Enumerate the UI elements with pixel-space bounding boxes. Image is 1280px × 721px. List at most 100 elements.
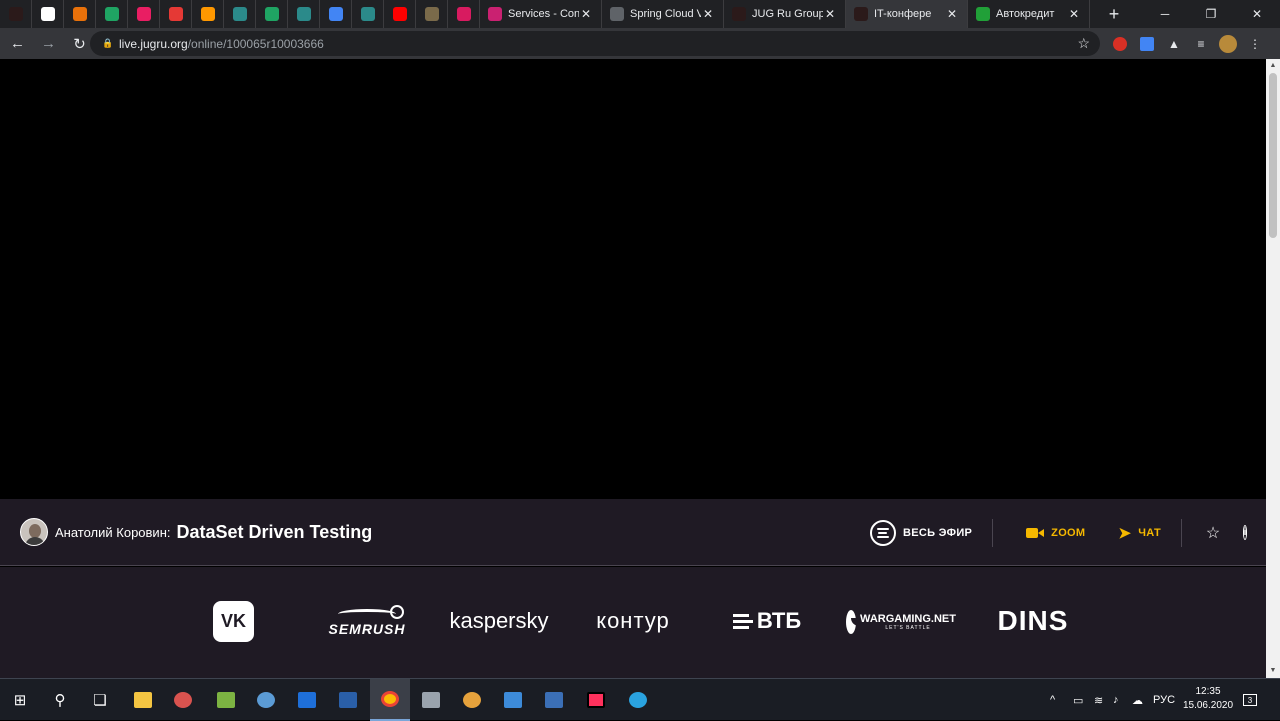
search-icon[interactable]: ⚲ <box>40 679 80 721</box>
pinned-tab[interactable] <box>96 0 128 28</box>
task-view-icon[interactable]: ❏ <box>80 679 120 721</box>
clock-date: 15.06.2020 <box>1182 700 1234 711</box>
telegram-taskbar-icon[interactable] <box>618 679 658 721</box>
notepad-plus-icon[interactable] <box>206 679 246 721</box>
address-bar[interactable]: 🔒 live.jugru.org/online/100065r10003666 … <box>90 31 1100 56</box>
vk-logo[interactable]: VK <box>213 601 254 642</box>
wargaming-logo[interactable]: WARGAMING.NET LET'S BATTLE <box>846 607 956 637</box>
pinned-tab[interactable] <box>64 0 96 28</box>
wifi-icon[interactable]: ≋ <box>1094 679 1103 721</box>
kaspersky-logo[interactable]: kaspersky <box>446 607 552 635</box>
windows-start-icon[interactable]: ⊞ <box>0 679 40 721</box>
new-tab-button[interactable]: + <box>1100 0 1128 28</box>
forward-icon[interactable]: → <box>35 30 62 57</box>
windows-taskbar: ⊞ ⚲ ❏ ^ ▭ ≋ ♪ ☁ РУС 12:35 15.06.2020 3 <box>0 678 1280 721</box>
adblock-extension-icon[interactable] <box>1108 32 1132 56</box>
chat-button[interactable]: ➤ ЧАТ <box>1118 524 1161 542</box>
wargaming-tagline: LET'S BATTLE <box>885 625 931 631</box>
bank-icon <box>976 7 990 21</box>
reading-list-icon[interactable]: ≡ <box>1189 32 1213 56</box>
pinned-tab[interactable] <box>416 0 448 28</box>
close-tab-icon[interactable]: ✕ <box>823 7 837 21</box>
pinned-tab[interactable] <box>352 0 384 28</box>
page-scrollbar[interactable]: ▲ ▼ <box>1266 59 1280 678</box>
info-button[interactable]: i <box>1242 522 1266 544</box>
browser-tab[interactable]: IT-конфере ✕ <box>846 0 968 28</box>
pinned-tab[interactable] <box>192 0 224 28</box>
network-icon[interactable]: ▭ <box>1073 679 1083 721</box>
vtb-logo[interactable]: ВТБ <box>732 607 802 635</box>
scrollbar-thumb[interactable] <box>1269 73 1277 238</box>
pinned-tab[interactable] <box>256 0 288 28</box>
pinned-tab[interactable] <box>320 0 352 28</box>
consul-icon <box>488 7 502 21</box>
telegram-icon: ➤ <box>1118 524 1132 542</box>
dins-logo[interactable]: DINS <box>992 605 1074 637</box>
browser-tab[interactable]: Автокредит ✕ <box>968 0 1090 28</box>
browser-tab[interactable]: Services - Cons ✕ <box>480 0 602 28</box>
language-indicator[interactable]: РУС <box>1153 679 1175 721</box>
video-player[interactable] <box>0 59 1266 499</box>
close-tab-icon[interactable]: ✕ <box>701 7 715 21</box>
drive-extension-icon[interactable]: ▲ <box>1162 32 1186 56</box>
green-hexagon-icon <box>104 7 119 21</box>
translate-extension-icon[interactable] <box>1135 32 1159 56</box>
paint-app-icon[interactable] <box>163 679 203 721</box>
back-icon[interactable]: ← <box>4 30 31 57</box>
pinned-tab[interactable] <box>448 0 480 28</box>
lock-icon[interactable]: 🔒 <box>102 38 113 49</box>
pinned-tab[interactable] <box>288 0 320 28</box>
scroll-down-icon[interactable]: ▼ <box>1266 664 1280 678</box>
volume-icon[interactable]: ♪ <box>1113 679 1119 721</box>
divider <box>1181 518 1182 547</box>
browser-tab[interactable]: Spring Cloud V ✕ <box>602 0 724 28</box>
onedrive-icon[interactable]: ☁ <box>1132 679 1143 721</box>
browser-menu-icon[interactable]: ⋮ <box>1243 32 1267 56</box>
bookmark-star-icon[interactable]: ☆ <box>1077 35 1090 52</box>
pinned-tab[interactable] <box>384 0 416 28</box>
close-tab-icon[interactable]: ✕ <box>945 7 959 21</box>
all-broadcast-button[interactable]: ВЕСЬ ЭФИР <box>869 519 972 546</box>
show-hidden-icons-icon[interactable]: ^ <box>1050 679 1055 721</box>
maximize-icon[interactable]: ❐ <box>1188 0 1234 28</box>
close-window-icon[interactable]: ✕ <box>1234 0 1280 28</box>
file-explorer-icon[interactable] <box>123 679 163 721</box>
close-tab-icon[interactable]: ✕ <box>579 7 593 21</box>
intellij-idea-icon[interactable] <box>576 679 616 721</box>
network-tool-icon[interactable] <box>246 679 286 721</box>
extensions-area: ▲ ≡ ⋮ <box>1108 28 1270 59</box>
profile-avatar[interactable] <box>1216 32 1240 56</box>
pinned-tab[interactable] <box>0 0 32 28</box>
chrome-taskbar-icon[interactable] <box>370 679 410 721</box>
pinned-tab[interactable] <box>160 0 192 28</box>
page-viewport: Анатолий Коровин: DataSet Driven Testing… <box>0 59 1280 678</box>
archive-app-icon[interactable] <box>452 679 492 721</box>
pinned-tab[interactable] <box>32 0 64 28</box>
window-controls: ─ ❐ ✕ <box>1142 0 1280 28</box>
system-clock[interactable]: 12:35 15.06.2020 <box>1180 685 1236 713</box>
powershell-icon[interactable] <box>328 679 368 721</box>
semrush-logo[interactable]: SEMRUSH <box>326 605 408 639</box>
close-tab-icon[interactable]: ✕ <box>1067 7 1081 21</box>
scroll-up-icon[interactable]: ▲ <box>1266 59 1280 73</box>
url-path: /online/100065r10003666 <box>187 36 324 51</box>
remote-desktop-icon[interactable] <box>493 679 533 721</box>
google-docs-icon <box>328 7 343 21</box>
calendar-app-icon[interactable] <box>287 679 327 721</box>
sponsors-bar: VK SEMRUSH kaspersky контур ВТБ WARGAMIN… <box>0 567 1266 678</box>
favorite-star-icon[interactable]: ☆ <box>1202 522 1224 544</box>
kontur-logo[interactable]: контур <box>582 607 684 635</box>
pinned-tab[interactable] <box>224 0 256 28</box>
reload-icon[interactable]: ↻ <box>66 30 93 57</box>
pinned-tabs <box>0 0 480 28</box>
notification-center-icon[interactable]: 3 <box>1243 679 1257 721</box>
teal-snowflake-icon <box>296 7 311 21</box>
virtualbox-icon[interactable] <box>534 679 574 721</box>
tab-title: IT-конфере <box>874 8 932 20</box>
pinned-tab[interactable] <box>128 0 160 28</box>
browser-tab[interactable]: JUG Ru Group: ✕ <box>724 0 846 28</box>
zoom-button[interactable]: ZOOM <box>1026 527 1085 539</box>
minimize-icon[interactable]: ─ <box>1142 0 1188 28</box>
disk-utility-icon[interactable] <box>411 679 451 721</box>
talk-info-bar: Анатолий Коровин: DataSet Driven Testing… <box>0 499 1266 566</box>
